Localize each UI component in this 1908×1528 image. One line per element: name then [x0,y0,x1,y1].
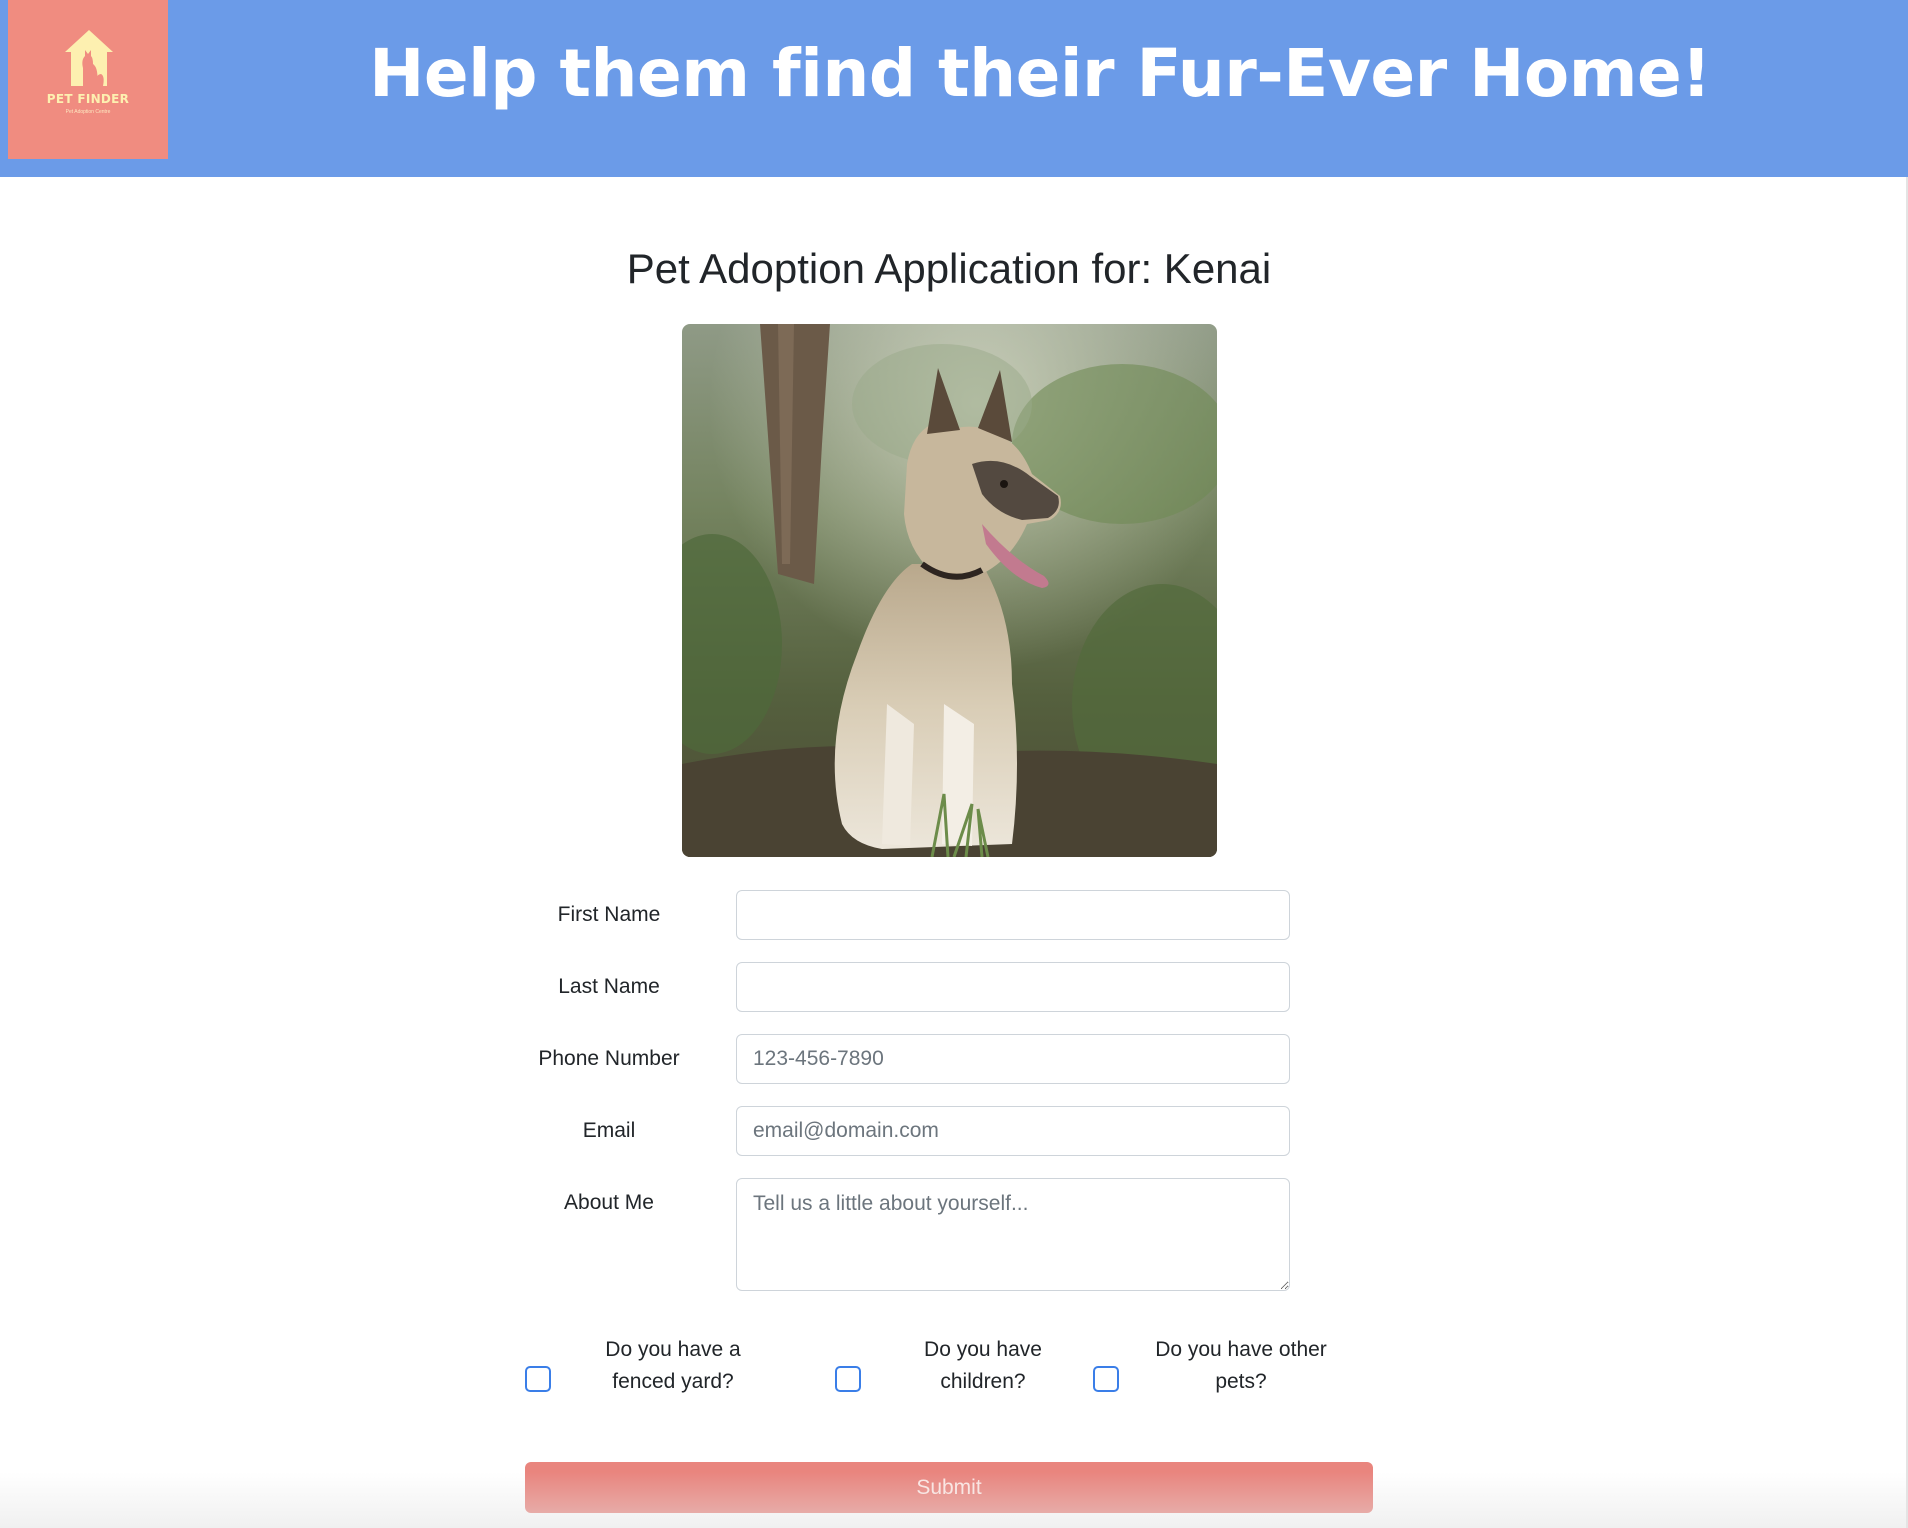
logo-title: PET FINDER [46,92,130,106]
children-label: Do you have children? [924,1338,1042,1393]
first-name-input[interactable] [736,890,1290,940]
fenced-yard-label: Do you have a fenced yard? [605,1338,741,1393]
page-title: Pet Adoption Application for: Kenai [626,245,1272,292]
submit-button[interactable]: Submit [525,1462,1373,1513]
fenced-yard-checkbox[interactable] [525,1366,551,1392]
phone-label: Phone Number [538,1047,680,1070]
about-label: About Me [564,1191,654,1214]
email-label: Email [582,1119,636,1142]
email-input[interactable] [736,1106,1290,1156]
page: PET FINDER Pet Adoption Centre Help them… [0,0,1908,1528]
first-name-label: First Name [557,903,661,926]
pet-finder-logo[interactable]: PET FINDER Pet Adoption Centre [8,0,168,159]
other-pets-checkbox[interactable] [1093,1366,1119,1392]
children-checkbox[interactable] [835,1366,861,1392]
last-name-label: Last Name [558,975,660,998]
other-pets-label: Do you have other pets? [1155,1338,1327,1393]
phone-input[interactable] [736,1034,1290,1084]
pet-photo [682,324,1217,857]
logo-subtitle: Pet Adoption Centre [65,109,111,115]
site-header: PET FINDER Pet Adoption Centre Help them… [0,0,1908,177]
last-name-input[interactable] [736,962,1290,1012]
about-textarea[interactable] [736,1178,1290,1291]
header-headline: Help them find their Fur-Ever Home! [369,35,1711,112]
house-pets-icon [65,30,113,86]
